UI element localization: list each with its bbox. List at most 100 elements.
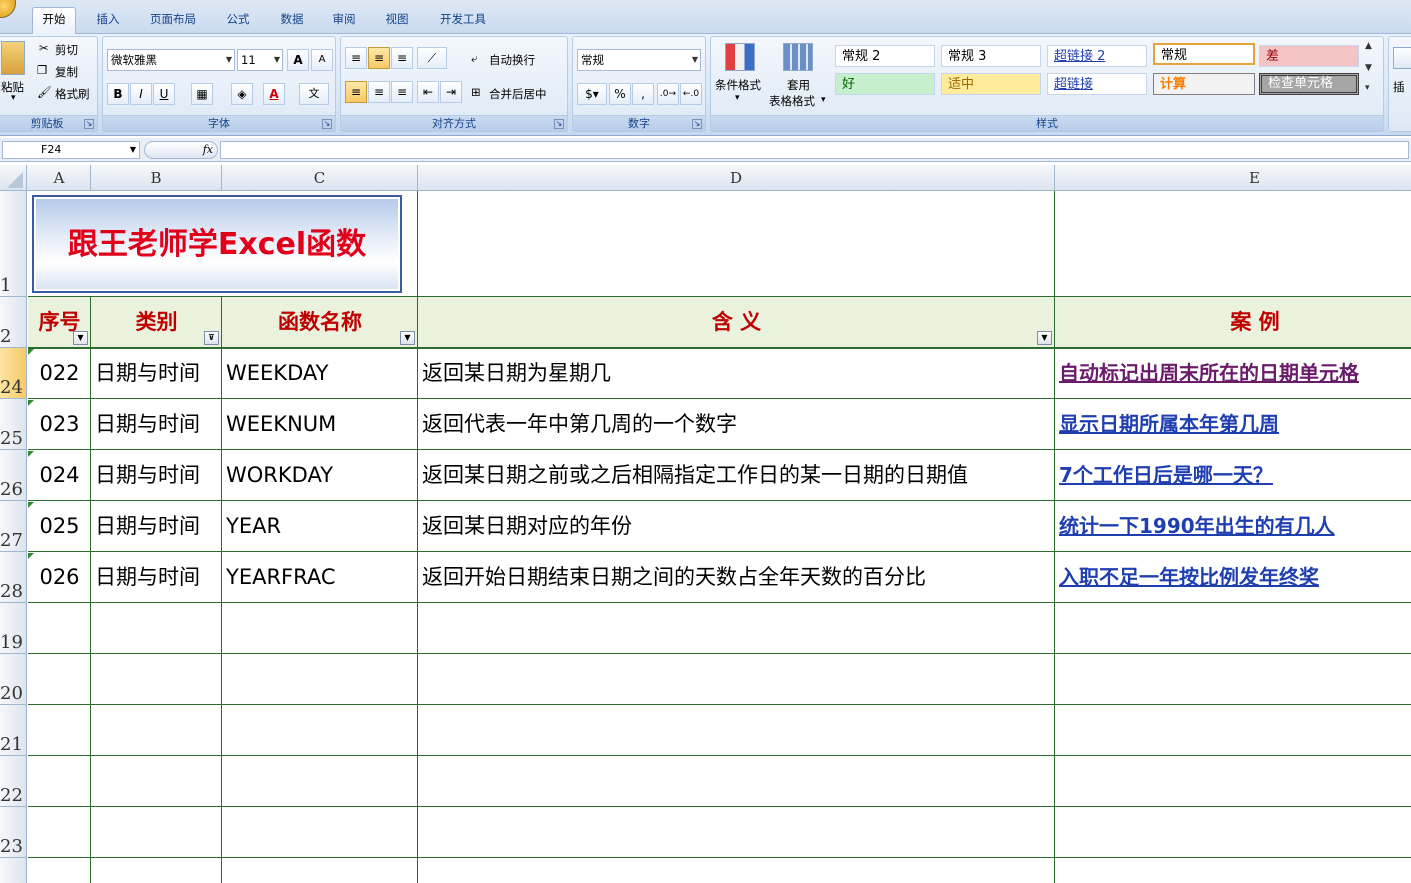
comma-button[interactable]: , <box>632 83 654 105</box>
copy-icon[interactable]: ❐ <box>37 63 47 77</box>
table-format-dropdown-icon[interactable]: ▾ <box>821 95 826 105</box>
wrap-text-icon[interactable]: ⤶ <box>471 51 477 66</box>
example-link[interactable]: 统计一下1990年出生的有几人 <box>1059 514 1335 538</box>
name-box[interactable]: F24 ▼ <box>2 141 140 159</box>
cell-example[interactable]: 7个工作日后是哪一天？ <box>1059 450 1411 500</box>
cell-category[interactable]: 日期与时间 <box>95 348 222 398</box>
column-header-a[interactable]: A <box>28 165 91 191</box>
row-header[interactable]: 23 <box>0 807 26 858</box>
style-check-cell[interactable]: 检查单元格 <box>1259 73 1359 95</box>
decrease-indent-icon[interactable]: ⇤ <box>417 81 439 103</box>
example-link[interactable]: 入职不足一年按比例发年终奖 <box>1059 565 1319 589</box>
align-right-icon[interactable]: ≡ <box>391 81 413 103</box>
cell-function[interactable]: WORKDAY <box>226 450 418 500</box>
italic-button[interactable]: I <box>130 83 152 105</box>
currency-icon[interactable]: $▾ <box>577 83 607 105</box>
tab-home[interactable]: 开始 <box>32 7 76 35</box>
cut-icon[interactable]: ✂ <box>39 41 49 55</box>
chevron-down-icon[interactable]: ▼ <box>130 142 136 158</box>
conditional-format-dropdown-icon[interactable]: ▾ <box>735 93 740 103</box>
paste-dropdown-icon[interactable]: ▾ <box>11 93 16 103</box>
table-format-button[interactable]: 套用 <box>787 77 810 93</box>
filter-dropdown-icon[interactable]: ▼ <box>1037 331 1052 345</box>
header-cell-example[interactable]: 案 例 <box>1055 297 1411 348</box>
borders-icon[interactable]: ▦ <box>191 83 213 105</box>
cell-category[interactable]: 日期与时间 <box>95 552 222 602</box>
column-header-e[interactable]: E <box>1055 165 1411 191</box>
row-header[interactable]: 21 <box>0 705 26 756</box>
cell-meaning[interactable]: 返回某日期为星期几 <box>422 348 1055 398</box>
style-hyperlink[interactable]: 超链接 <box>1047 73 1147 95</box>
filter-dropdown-icon[interactable]: ▼ <box>400 331 415 345</box>
table-format-label[interactable]: 表格格式 <box>769 93 815 109</box>
cell-meaning[interactable]: 返回某日期之前或之后相隔指定工作日的某一日期的日期值 <box>422 450 1055 500</box>
decrease-decimal-icon[interactable]: ←.0 <box>680 83 702 105</box>
row-header[interactable]: 24 <box>0 348 26 399</box>
number-launcher-icon[interactable]: ↘ <box>692 119 702 129</box>
cell-function[interactable]: WEEKDAY <box>226 348 418 398</box>
underline-button[interactable]: U <box>153 83 175 105</box>
example-link[interactable]: 显示日期所属本年第几周 <box>1059 412 1279 436</box>
style-bad[interactable]: 差 <box>1259 45 1359 67</box>
align-center-icon[interactable]: ≡ <box>368 81 390 103</box>
cell-no[interactable]: 023 <box>28 399 91 449</box>
example-link[interactable]: 7个工作日后是哪一天？ <box>1059 463 1273 487</box>
cell-meaning[interactable]: 返回开始日期结束日期之间的天数占全年天数的百分比 <box>422 552 1055 602</box>
style-normal-3[interactable]: 常规 3 <box>941 45 1041 67</box>
cell-example[interactable]: 统计一下1990年出生的有几人 <box>1059 501 1411 551</box>
column-header-c[interactable]: C <box>222 165 418 191</box>
title-banner[interactable]: 跟王老师学Excel函数 <box>32 195 402 293</box>
row-header[interactable]: 26 <box>0 450 26 501</box>
filter-active-icon[interactable]: ⊽ <box>204 331 219 345</box>
select-all-button[interactable] <box>0 165 27 191</box>
shrink-font-button[interactable]: A <box>311 49 333 71</box>
fill-color-icon[interactable]: ◈ <box>231 83 253 105</box>
percent-button[interactable]: % <box>609 83 631 105</box>
cell-example[interactable]: 显示日期所属本年第几周 <box>1059 399 1411 449</box>
align-top-icon[interactable]: ≡ <box>345 47 367 69</box>
alignment-launcher-icon[interactable]: ↘ <box>554 119 564 129</box>
merge-center-button[interactable]: 合并后居中 <box>489 86 547 102</box>
align-bottom-icon[interactable]: ≡ <box>391 47 413 69</box>
format-painter-icon[interactable]: 🖌 <box>37 85 52 99</box>
style-normal-2[interactable]: 常规 2 <box>835 45 935 67</box>
font-name-select[interactable]: 微软雅黑 ▼ <box>107 49 235 71</box>
format-painter-button[interactable]: 格式刷 <box>55 86 90 102</box>
filter-dropdown-icon[interactable]: ▼ <box>73 331 88 345</box>
font-size-select[interactable]: 11 ▼ <box>237 49 283 71</box>
row-header[interactable]: 27 <box>0 501 26 552</box>
increase-decimal-icon[interactable]: .0→ <box>657 83 679 105</box>
header-cell-category[interactable]: 类别 ⊽ <box>91 297 222 348</box>
row-header[interactable]: 19 <box>0 603 26 654</box>
merge-center-icon[interactable]: ⊞ <box>471 85 481 99</box>
increase-indent-icon[interactable]: ⇥ <box>440 81 462 103</box>
cell-no[interactable]: 022 <box>28 348 91 398</box>
cell-category[interactable]: 日期与时间 <box>95 399 222 449</box>
example-link[interactable]: 自动标记出周末所在的日期单元格 <box>1059 361 1359 385</box>
tab-view[interactable]: 视图 <box>375 8 419 30</box>
grow-font-button[interactable]: A <box>287 49 309 71</box>
wrap-text-button[interactable]: 自动换行 <box>489 52 535 68</box>
paste-icon[interactable] <box>1 41 25 75</box>
row-header[interactable]: 25 <box>0 399 26 450</box>
cell-category[interactable]: 日期与时间 <box>95 501 222 551</box>
style-hyperlink-2[interactable]: 超链接 2 <box>1047 45 1147 67</box>
cell-meaning[interactable]: 返回某日期对应的年份 <box>422 501 1055 551</box>
bold-button[interactable]: B <box>107 83 129 105</box>
font-color-button[interactable]: A <box>263 83 285 105</box>
style-good[interactable]: 好 <box>835 73 935 95</box>
column-header-b[interactable]: B <box>91 165 222 191</box>
cell-category[interactable]: 日期与时间 <box>95 450 222 500</box>
tab-developer[interactable]: 开发工具 <box>430 8 496 30</box>
formula-input[interactable] <box>220 141 1409 159</box>
tab-insert[interactable]: 插入 <box>86 8 130 30</box>
tab-data[interactable]: 数据 <box>270 8 314 30</box>
styles-scroll-up-icon[interactable]: ▲ <box>1365 41 1372 51</box>
row-header[interactable]: 2 <box>0 297 26 348</box>
row-header[interactable]: 1 <box>0 191 26 297</box>
orientation-icon[interactable]: ⟋ <box>417 47 447 69</box>
number-format-select[interactable]: 常规 ▼ <box>577 49 701 71</box>
cell-function[interactable]: WEEKNUM <box>226 399 418 449</box>
cell-no[interactable]: 025 <box>28 501 91 551</box>
column-header-d[interactable]: D <box>418 165 1055 191</box>
